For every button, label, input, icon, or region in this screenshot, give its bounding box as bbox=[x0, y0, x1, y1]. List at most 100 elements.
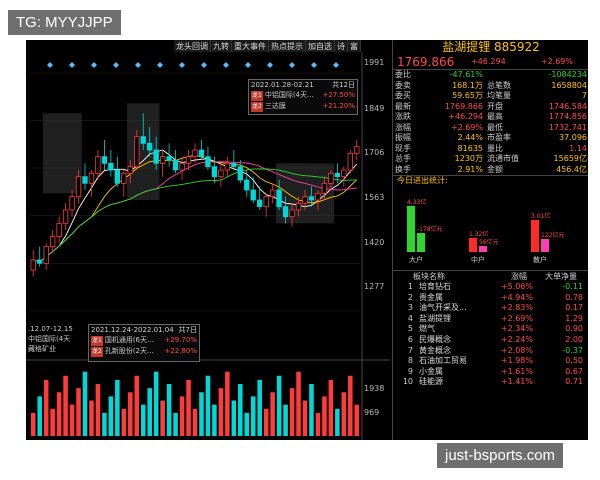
candle-body bbox=[328, 172, 334, 184]
volume-axis-label: 969 bbox=[364, 408, 380, 417]
candle-body bbox=[37, 259, 43, 264]
candle-body bbox=[56, 222, 62, 238]
volume-bar bbox=[89, 400, 94, 436]
candle-body bbox=[198, 149, 205, 158]
info-value: +21.20% bbox=[322, 102, 355, 110]
dragon-info-box-left[interactable]: .12.07-12.15 中铝国际(4天 藏格矿业 bbox=[26, 324, 86, 360]
sector-col-change[interactable]: 涨幅 bbox=[483, 271, 527, 282]
flow-out-bar bbox=[479, 246, 487, 252]
volume-bar bbox=[354, 404, 360, 436]
sector-row[interactable]: 3 油气开采及... +2.83% 0.17 bbox=[393, 303, 588, 314]
sector-change: +5.06% bbox=[500, 282, 533, 291]
candle-body bbox=[153, 149, 159, 164]
sector-net: 0.90 bbox=[565, 324, 583, 334]
sector-name: 燃气 bbox=[419, 324, 435, 334]
quote-label: 量比 bbox=[487, 143, 503, 153]
flow-group-label: 大户 bbox=[409, 255, 423, 264]
quote-value: 2.91% bbox=[457, 164, 483, 174]
toolbar-add-watchlist[interactable]: 加自选 bbox=[306, 40, 335, 52]
quote-value: 1769.866 bbox=[444, 101, 483, 111]
price-axis-label: 1991 bbox=[364, 58, 385, 67]
signal-marker-icon bbox=[333, 62, 339, 68]
quote-label: 最高 bbox=[487, 112, 503, 121]
candle-body bbox=[114, 169, 121, 184]
quote-value: +2.69% bbox=[450, 122, 483, 132]
signal-marker-icon bbox=[311, 62, 317, 68]
dragon-info-box-mid[interactable]: 2021.12.24-2022.01.04 共7日 龙1 国机通用(6天... +… bbox=[88, 324, 200, 362]
sector-col-name[interactable]: 板块名称 bbox=[413, 271, 483, 282]
chart-toolbar: 龙头回调 九转 重大事件 热点提示 加自选 诗 富 bbox=[174, 40, 361, 52]
toolbar-rich[interactable]: 富 bbox=[348, 40, 361, 52]
volume-bar bbox=[63, 375, 68, 436]
flow-in-bar bbox=[469, 237, 477, 252]
sector-row[interactable]: 6 民爆概念 +2.24% 2.00 bbox=[393, 335, 588, 346]
candle-body bbox=[224, 162, 231, 171]
volume-bar bbox=[121, 408, 127, 436]
volume-bar bbox=[134, 375, 140, 436]
sector-row[interactable]: 4 盐湖提锂 +2.69% 1.29 bbox=[393, 314, 588, 325]
sector-change: +2.83% bbox=[500, 303, 533, 313]
volume-bar bbox=[270, 392, 275, 436]
info-name: 三达膜 bbox=[264, 102, 286, 110]
info-row: 龙2 三达膜 +21.20% bbox=[249, 101, 357, 112]
candle-body bbox=[69, 196, 75, 211]
signal-marker-icon bbox=[289, 62, 295, 68]
volume-bar bbox=[238, 384, 243, 436]
quote-row: 涨跌 +46.294 最高 1774.856 bbox=[393, 112, 588, 123]
sector-name: 硅能源 bbox=[419, 377, 443, 387]
volume-bar bbox=[341, 392, 347, 436]
volume-bar bbox=[128, 392, 133, 436]
info-name: 孔新股份(2天... bbox=[104, 347, 154, 355]
signal-marker-icon bbox=[201, 62, 207, 68]
sector-net: 0.50 bbox=[565, 356, 583, 366]
volume-bar bbox=[289, 388, 295, 436]
candle-body bbox=[289, 209, 295, 218]
toolbar-major-events[interactable]: 重大事件 bbox=[232, 40, 269, 52]
quote-table: 委比 -47.61% -1084234 委卖 168.1万 总笔数 1658804 委买 59.… bbox=[393, 70, 588, 175]
dragon-info-box[interactable]: 2022.01.28-02.21 共12日 龙1 中铝国际(4天... +27.5… bbox=[248, 79, 358, 115]
sector-change: +4.94% bbox=[500, 292, 533, 302]
sector-net: 0.17 bbox=[565, 303, 583, 313]
toolbar-nine-turn[interactable]: 九转 bbox=[211, 40, 232, 52]
sector-row[interactable]: 7 黄金概念 +2.08% -0.37 bbox=[393, 346, 588, 357]
flow-group-label: 中户 bbox=[471, 255, 485, 264]
volume-bar bbox=[179, 396, 185, 436]
sector-name: 小金属 bbox=[419, 366, 443, 376]
sector-list: 1 培育钻石 +5.06% -0.11 2 贵金属 +4.94% 0.78 3 油气开采及... +… bbox=[393, 282, 588, 388]
sector-row[interactable]: 9 小金属 +1.61% 0.67 bbox=[393, 367, 588, 378]
volume-bar bbox=[153, 371, 159, 436]
info-header: 2022.01.28-02.21 共12日 bbox=[249, 80, 357, 90]
quote-label: 市盈率 bbox=[487, 133, 511, 142]
volume-bar bbox=[147, 388, 152, 436]
volume-bar bbox=[322, 396, 327, 436]
sector-row[interactable]: 8 石油加工贸易 +1.98% 0.50 bbox=[393, 356, 588, 367]
price-axis-label: 1277 bbox=[364, 282, 385, 291]
info-name: 中铝国际(4天... bbox=[264, 91, 314, 99]
sector-change: +2.34% bbox=[500, 324, 533, 334]
sector-row[interactable]: 5 燃气 +2.34% 0.90 bbox=[393, 324, 588, 335]
sector-change: +1.98% bbox=[500, 356, 533, 366]
candle-body bbox=[147, 142, 153, 151]
watermark-bottom: just-bsports.com bbox=[437, 443, 564, 468]
volume-bar bbox=[335, 408, 340, 436]
signal-marker-icon bbox=[179, 62, 185, 68]
volume-bar bbox=[50, 408, 55, 436]
candle-body bbox=[308, 196, 315, 201]
toolbar-poem[interactable]: 诗 bbox=[335, 40, 348, 52]
candle-body bbox=[237, 166, 243, 181]
toolbar-hot-tips[interactable]: 热点提示 bbox=[269, 40, 306, 52]
volume-bar bbox=[160, 400, 165, 436]
sector-row[interactable]: 1 培育钻石 +5.06% -0.11 bbox=[393, 282, 588, 293]
candle-body bbox=[315, 192, 321, 201]
toolbar-dragon-pullback[interactable]: 龙头回调 bbox=[174, 40, 211, 52]
sector-col-net[interactable]: 大单净量 bbox=[527, 271, 577, 282]
quote-value: 37.096 bbox=[559, 133, 587, 142]
candle-body bbox=[302, 196, 308, 204]
signal-marker-icon bbox=[223, 62, 229, 68]
stock-name-code: 盐湖提锂 885922 bbox=[442, 40, 540, 54]
quote-value: 81635 bbox=[457, 143, 483, 153]
sector-row[interactable]: 2 贵金属 +4.94% 0.78 bbox=[393, 293, 588, 304]
quote-row: 委买 59.65万 均笔量 7 bbox=[393, 91, 588, 102]
sector-row[interactable]: 10 硅能源 +1.41% 0.71 bbox=[393, 377, 588, 388]
fund-flow-chart: 4.33亿 -178亿元大户 1.32亿56亿元中户 3.01亿 122亿元散户 bbox=[407, 198, 564, 264]
